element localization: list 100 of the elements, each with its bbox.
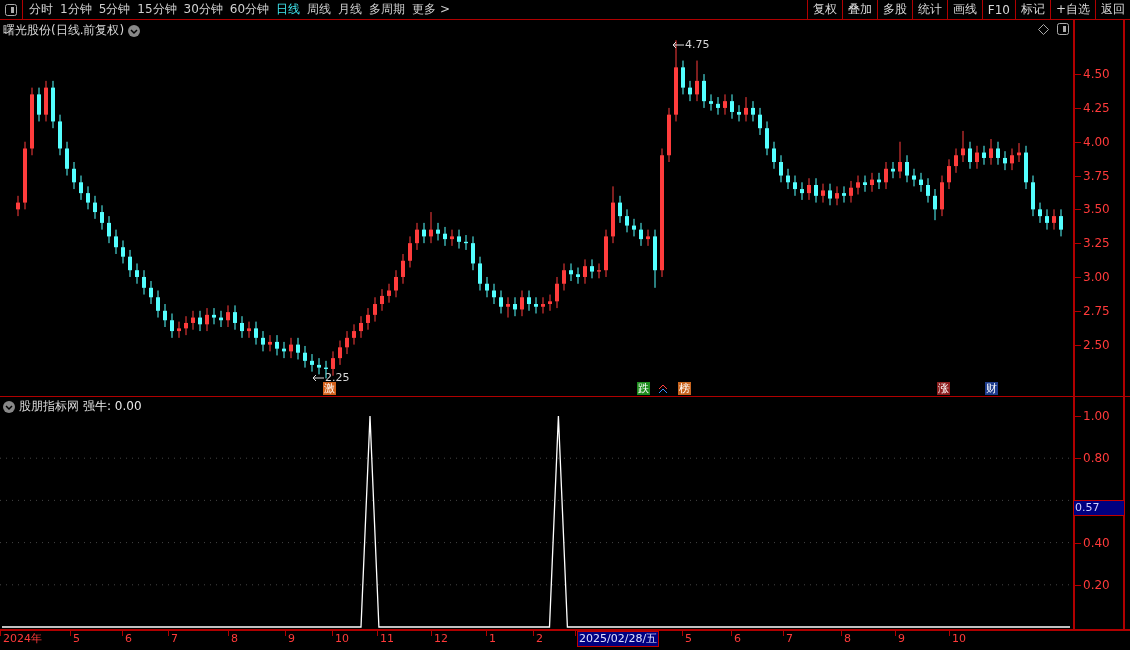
axis-label: 2.75 [1083, 303, 1110, 318]
candlestick [471, 235, 475, 271]
candlestick [919, 172, 923, 193]
price-label: 4.75 [685, 38, 710, 51]
candlestick [583, 258, 587, 285]
axis-label: 4.50 [1083, 67, 1110, 82]
period-tab[interactable]: 30分钟 [183, 1, 223, 18]
candlestick [884, 161, 888, 190]
candlestick [625, 208, 629, 233]
candlestick [1003, 150, 1007, 171]
candlestick [436, 222, 440, 241]
dropdown-icon[interactable] [3, 400, 15, 413]
candlestick [569, 262, 573, 282]
candlestick [478, 256, 482, 291]
candlestick [191, 310, 195, 331]
candlestick [555, 276, 559, 309]
cursor-value-label: 0.57 [1073, 499, 1125, 516]
candlestick [366, 307, 370, 331]
axis-label: 2.50 [1083, 337, 1110, 352]
candlestick [303, 345, 307, 369]
candlestick [541, 296, 545, 314]
signal-tag: 激 [323, 382, 336, 395]
candlestick [380, 288, 384, 312]
candlestick [37, 87, 41, 122]
period-tab[interactable]: 5分钟 [98, 1, 131, 18]
candlestick [772, 141, 776, 170]
candlestick [296, 337, 300, 360]
candlestick [212, 307, 216, 325]
date-label: 6 [124, 632, 133, 646]
candlestick [870, 172, 874, 193]
candlestick [345, 330, 349, 355]
candlestick [121, 239, 125, 264]
panel-toggle-icon[interactable] [5, 3, 17, 16]
candlestick [457, 229, 461, 250]
leader-line [672, 40, 684, 49]
period-tab[interactable]: 月线 [338, 1, 363, 18]
candlestick [618, 195, 622, 224]
date-label: 11 [379, 632, 395, 646]
date-label: 2024年 [2, 632, 43, 646]
candlestick [65, 141, 69, 177]
candlestick [128, 249, 132, 278]
date-label: 12 [433, 632, 449, 646]
candlestick [576, 267, 580, 285]
candlestick [499, 290, 503, 314]
candlestick [79, 175, 83, 201]
candlestick [751, 100, 755, 122]
panel-toggle-icon[interactable] [1057, 23, 1069, 35]
candlestick [114, 229, 118, 255]
candlestick [401, 253, 405, 285]
dropdown-icon[interactable] [128, 24, 141, 37]
diamond-icon[interactable] [1038, 23, 1049, 35]
candlestick [317, 357, 321, 375]
candlestick [730, 93, 734, 120]
candlestick [737, 104, 741, 122]
candlestick [723, 93, 727, 116]
date-label: 2 [535, 632, 544, 646]
period-tab[interactable]: 日线 [276, 1, 301, 18]
period-tab[interactable]: 15分钟 [137, 1, 177, 18]
axis-label: 3.00 [1083, 269, 1110, 284]
candlestick [632, 218, 636, 237]
period-tab[interactable]: 分时 [29, 1, 53, 18]
candlestick [800, 181, 804, 201]
candlestick [254, 321, 258, 346]
candlestick [408, 235, 412, 269]
candlestick [520, 290, 524, 317]
candlestick [443, 226, 447, 247]
period-tab[interactable]: 60分钟 [229, 1, 270, 18]
axis-label: 4.25 [1083, 100, 1110, 115]
axis-label: 1.00 [1083, 409, 1110, 423]
candlestick [709, 93, 713, 112]
candlestick [247, 321, 251, 339]
candlestick [548, 294, 552, 312]
candlestick [387, 283, 391, 304]
candlestick [1059, 208, 1063, 237]
chart-title: 曙光股份(日线.前复权) [3, 22, 125, 39]
date-label: 9 [897, 632, 906, 646]
candlestick [100, 204, 104, 231]
candlestick [1038, 202, 1042, 224]
candlestick [989, 138, 993, 166]
period-tab[interactable]: 周线 [307, 1, 332, 18]
candlestick [450, 229, 454, 247]
candlestick [828, 183, 832, 206]
candlestick [856, 175, 860, 195]
candlestick [961, 130, 965, 163]
signal-tag: 跌 [637, 382, 650, 395]
candlestick [926, 177, 930, 204]
date-label: 8 [843, 632, 852, 646]
period-tab[interactable]: 1分钟 [60, 1, 92, 18]
price-label: 2.25 [325, 371, 350, 384]
candlestick [835, 185, 839, 206]
candlestick [996, 141, 1000, 166]
indicator-name: 股朋指标网 [19, 398, 79, 415]
candlestick [905, 154, 909, 183]
period-tab[interactable]: 多周期 [369, 1, 406, 18]
period-tab[interactable]: 更多 > [412, 1, 450, 18]
date-label: 5 [72, 632, 81, 646]
candlestick [947, 158, 951, 190]
candlestick [1052, 208, 1056, 231]
date-label: 6 [733, 632, 742, 646]
candlestick [233, 304, 237, 331]
